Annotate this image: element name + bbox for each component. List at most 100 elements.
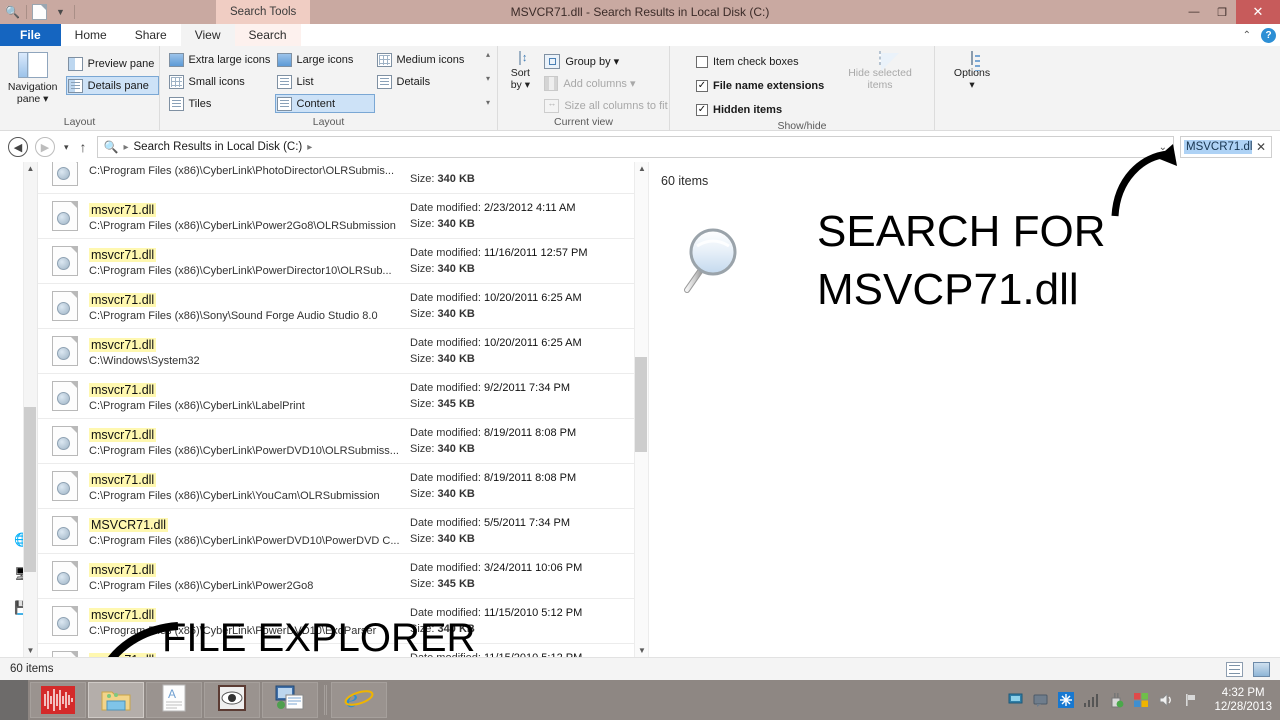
file-row[interactable]: msvcr71.dll C:\Windows\System32 Date modif… [38, 329, 634, 374]
layout-large-icons[interactable]: Large icons [275, 50, 375, 69]
group-by-button[interactable]: Group by ▾ [542, 52, 672, 71]
action-center-icon[interactable] [1183, 692, 1199, 708]
file-size: Size: 345 KB [410, 578, 475, 590]
file-row[interactable]: msvcr71.dllC:\Program Files (x86)\CyberL… [38, 554, 634, 599]
file-date-modified: Date modified: 9/2/2011 7:34 PM [410, 382, 571, 394]
snowflake-icon[interactable] [1058, 692, 1075, 708]
taskbar-button-internet-explorer[interactable]: e [331, 682, 387, 718]
file-date-value: 10/20/2011 6:25 AM [484, 337, 582, 349]
file-row[interactable]: msvcr71.dllC:\Program Files (x86)\CyberL… [38, 239, 634, 284]
help-icon[interactable]: ? [1261, 27, 1276, 43]
file-metadata: Date modified: 2/23/2012 4:11 AM Size: 34… [410, 200, 576, 232]
hidden-items-toggle[interactable]: ✓ Hidden items [694, 100, 844, 119]
file-row[interactable]: msvcr71.dllC:\Program Files (x86)\CyberL… [38, 419, 634, 464]
item-check-boxes-toggle[interactable]: Item check boxes [694, 52, 844, 71]
customize-qat-chevron-icon[interactable]: ▼ [52, 4, 69, 21]
windows-update-icon[interactable] [1133, 692, 1149, 708]
breadcrumb-separator-end[interactable]: ▸ [307, 142, 312, 153]
file-row[interactable]: msvcr71.dllC:\Program Files (x86)\CyberL… [38, 464, 634, 509]
file-row-main: msvcr71.dll C:\Program Files (x86)\CyberL… [89, 471, 399, 502]
taskbar-clock[interactable]: 4:32 PM 12/28/2013 [1214, 686, 1272, 714]
spinner-up-icon[interactable]: ▴ [482, 51, 495, 59]
taskbar-button-document-app[interactable]: A [146, 682, 202, 718]
clear-search-icon[interactable]: ✕ [1254, 140, 1268, 154]
file-row[interactable]: msvcr71.dllC:\Program Files (x86)\CyberL… [38, 374, 634, 419]
group-label-layout: Layout [312, 116, 345, 128]
layout-content[interactable]: Content [274, 94, 375, 113]
taskbar-button-eye-app[interactable] [204, 682, 260, 718]
address-bar[interactable]: 🔍 ▸ Search Results in Local Disk (C:) ▸ … [96, 136, 1174, 158]
details-view-button-icon[interactable] [1226, 661, 1243, 677]
volume-icon[interactable] [1158, 692, 1174, 708]
ribbon-group-current-view: ↕ Sort by ▾ Group by ▾ Add columns ▾ ↔ S… [498, 46, 670, 130]
forward-button[interactable]: ▶ [35, 137, 55, 157]
scroll-down-icon[interactable]: ▼ [27, 644, 35, 657]
large-icons-icon [276, 52, 292, 67]
taskbar-button-file-explorer[interactable] [88, 682, 144, 718]
file-row[interactable]: msvcr71.dll C:\Program Files (x86)\Sony\S… [38, 284, 634, 329]
sort-by-button[interactable]: ↕ Sort by ▾ [498, 50, 542, 91]
search-input[interactable]: MSVCR71.dll [1184, 140, 1252, 154]
file-metadata: Date modified: 10/20/2011 6:25 AM Size: 3… [410, 335, 582, 367]
new-folder-icon[interactable] [32, 4, 47, 20]
large-icons-view-button-icon[interactable] [1253, 661, 1270, 677]
monitor-icon [275, 685, 305, 716]
tab-view[interactable]: View [180, 24, 235, 46]
navigation-pane-label-line2: pane ▾ [16, 93, 49, 105]
navigation-pane-button[interactable]: Navigation pane ▾ [0, 50, 66, 105]
layout-list[interactable]: List [275, 72, 375, 91]
safely-remove-icon[interactable] [1108, 692, 1124, 708]
preview-pane-toggle[interactable]: Preview pane [66, 54, 160, 73]
add-columns-icon [544, 76, 559, 91]
tab-file[interactable]: File [0, 24, 61, 46]
display-icon[interactable] [1008, 692, 1024, 708]
file-row-main: msvcr71.dll C:\Windows\System32 [89, 336, 399, 367]
file-list-scroll-thumb[interactable] [635, 357, 647, 452]
details-view-icon [376, 74, 392, 89]
scroll-down-icon[interactable]: ▼ [638, 646, 646, 655]
search-box[interactable]: MSVCR71.dll ✕ [1180, 136, 1272, 158]
spinner-down-icon[interactable]: ▾ [482, 75, 495, 83]
tab-share[interactable]: Share [121, 24, 181, 46]
add-columns-label: Add columns ▾ [563, 78, 636, 90]
message-icon[interactable] [1033, 692, 1049, 708]
file-row[interactable]: MSVCR71.dll C:\Program Files (x86)\CyberL… [38, 509, 634, 554]
file-row[interactable]: msvcr71.dllC:\Program Files (x86)\CyberL… [38, 194, 634, 239]
clock-date: 12/28/2013 [1214, 701, 1272, 713]
navigation-pane-scroll-thumb[interactable] [24, 407, 36, 572]
address-dropdown-icon[interactable]: ⌄ [1159, 142, 1167, 153]
tab-home[interactable]: Home [61, 24, 121, 46]
navigation-pane[interactable]: 🌐 🖥 💾 ▲ ▼ [0, 162, 38, 657]
taskbar-button-monitor-app[interactable] [262, 682, 318, 718]
file-name: msvcr71.dll [89, 562, 157, 577]
file-date-value: 11/15/2010 5:12 PM [484, 607, 583, 619]
scroll-up-icon[interactable]: ▲ [638, 164, 646, 173]
recent-locations-icon[interactable]: ▾ [64, 142, 69, 153]
signal-icon[interactable] [1083, 692, 1099, 708]
layout-medium-icons[interactable]: Medium icons [375, 50, 480, 69]
tab-search[interactable]: Search [234, 24, 301, 46]
file-list[interactable]: msvcr71.dll C:\Program Files (x86)\CyberL… [38, 162, 648, 657]
scroll-up-icon[interactable]: ▲ [27, 162, 35, 175]
up-button[interactable]: ↑ [80, 139, 87, 155]
taskbar-start-strip[interactable] [0, 680, 28, 720]
file-row[interactable]: msvcr71.dllC:\Program Files (x86)\CyberL… [38, 162, 634, 194]
file-date-modified: Date modified: 2/23/2012 4:11 AM [410, 202, 576, 214]
taskbar-button-audio-editor[interactable] [30, 682, 86, 718]
layout-small-icons[interactable]: Small icons [167, 72, 275, 91]
hide-selected-label-line1: Hide selected [848, 67, 912, 79]
back-button[interactable]: ◀ [8, 137, 28, 157]
maximize-button[interactable]: ❐ [1208, 0, 1236, 24]
minimize-button[interactable]: — [1180, 0, 1208, 24]
layout-tiles[interactable]: Tiles [167, 94, 275, 113]
details-pane-toggle[interactable]: Details pane [65, 76, 160, 95]
layout-scroll-spinner[interactable]: ▴ ▾ ▾ [482, 50, 495, 108]
options-button[interactable]: Options ▾ [939, 50, 1005, 91]
layout-extra-large-icons[interactable]: Extra large icons [167, 50, 275, 69]
spinner-more-icon[interactable]: ▾ [482, 99, 495, 107]
close-button[interactable]: ✕ [1236, 0, 1280, 24]
breadcrumb-path[interactable]: Search Results in Local Disk (C:) [134, 141, 303, 153]
file-name-extensions-toggle[interactable]: ✓ File name extensions [694, 76, 844, 95]
layout-details[interactable]: Details [375, 72, 480, 91]
collapse-ribbon-icon[interactable]: ⌃ [1243, 30, 1251, 41]
